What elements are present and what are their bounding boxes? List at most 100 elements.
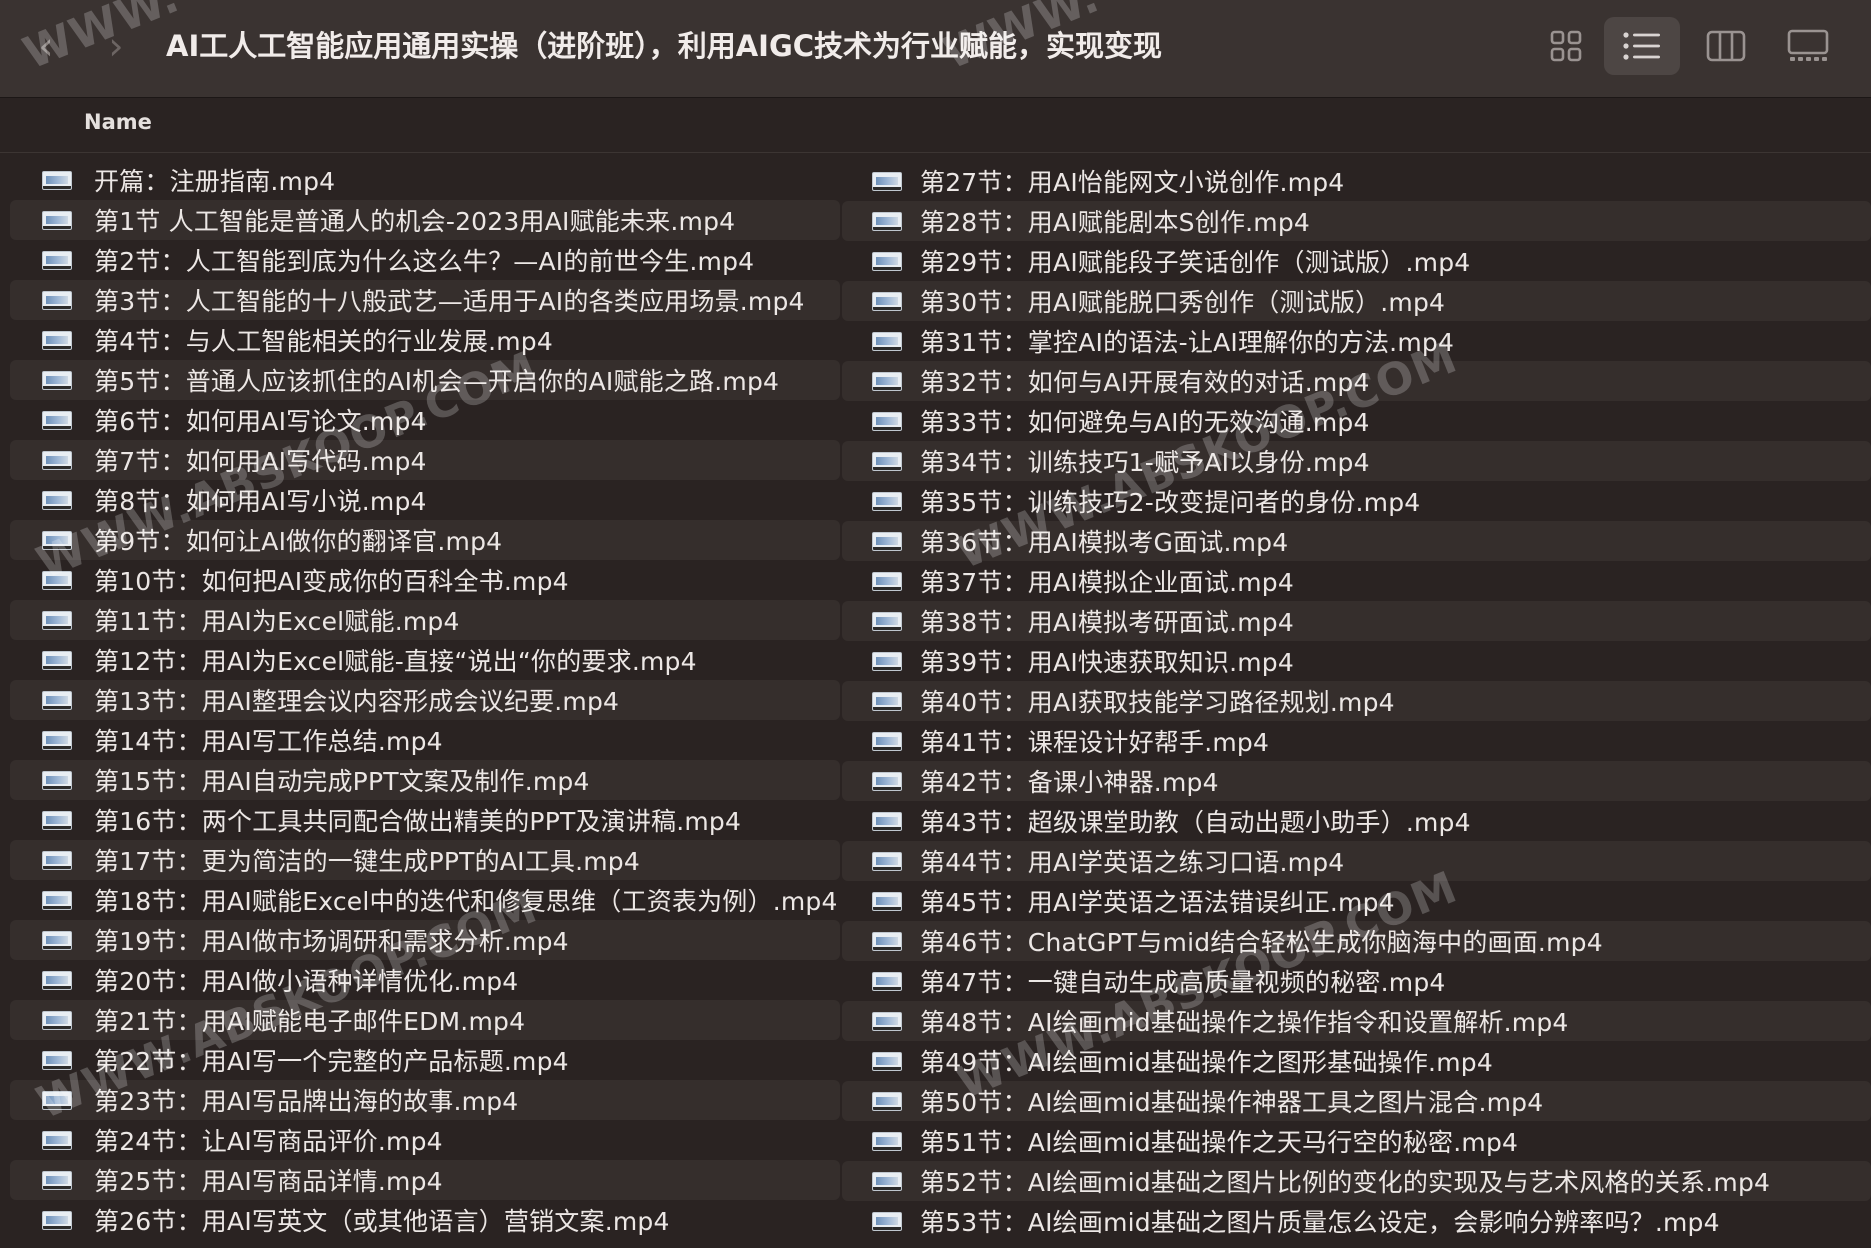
file-row[interactable]: 第21节：用AI赋能电子邮件EDM.mp4 [10,1000,840,1040]
video-file-icon [872,691,902,711]
back-chevron-icon[interactable]: ‹ [26,22,66,70]
list-view-button[interactable] [1604,17,1680,75]
file-row[interactable]: 第4节：与人工智能相关的行业发展.mp4 [10,320,840,360]
file-row[interactable]: 第10节：如何把AI变成你的百科全书.mp4 [10,560,840,600]
file-name: 第12节：用AI为Excel赋能-直接“说出“你的要求.mp4 [94,647,697,676]
video-file-icon [872,1091,902,1111]
file-row[interactable]: 第34节：训练技巧1-赋予AI以身份.mp4 [842,441,1871,481]
file-row[interactable]: 第46节：ChatGPT与mid结合轻松生成你脑海中的画面.mp4 [842,921,1871,961]
video-file-icon [42,970,72,990]
file-row[interactable]: 第26节：用AI写英文（或其他语言）营销文案.mp4 [10,1200,840,1240]
file-name: 第19节：用AI做市场调研和需求分析.mp4 [94,927,569,956]
video-file-icon [42,810,72,830]
file-row[interactable]: 第9节：如何让AI做你的翻译官.mp4 [10,520,840,560]
file-row[interactable]: 第1节 人工智能是普通人的机会-2023用AI赋能未来.mp4 [10,200,840,240]
file-row[interactable]: 第11节：用AI为Excel赋能.mp4 [10,600,840,640]
video-file-icon [42,450,72,470]
video-file-icon [42,1210,72,1230]
file-row[interactable]: 第18节：用AI赋能Excel中的迭代和修复思维（工资表为例）.mp4 [10,880,840,920]
file-name: 第7节：如何用AI写代码.mp4 [94,447,427,476]
file-row[interactable]: 第44节：用AI学英语之练习口语.mp4 [842,841,1871,881]
file-row[interactable]: 第29节：用AI赋能段子笑话创作（测试版）.mp4 [842,241,1871,281]
file-name: 第49节：AI绘画mid基础操作之图形基础操作.mp4 [920,1048,1493,1077]
file-row[interactable]: 第52节：AI绘画mid基础之图片比例的变化的实现及与艺术风格的关系.mp4 [842,1161,1871,1201]
video-file-icon [42,890,72,910]
file-row[interactable]: 第28节：用AI赋能剧本S创作.mp4 [842,201,1871,241]
video-file-icon [872,1051,902,1071]
file-name: 第53节：AI绘画mid基础之图片质量怎么设定，会影响分辨率吗？.mp4 [920,1208,1720,1237]
file-row[interactable]: 第48节：AI绘画mid基础操作之操作指令和设置解析.mp4 [842,1001,1871,1041]
forward-chevron-icon[interactable]: › [96,22,136,70]
video-file-icon [872,651,902,671]
file-row[interactable]: 第14节：用AI写工作总结.mp4 [10,720,840,760]
file-row[interactable]: 第12节：用AI为Excel赋能-直接“说出“你的要求.mp4 [10,640,840,680]
video-file-icon [872,811,902,831]
file-row[interactable]: 第19节：用AI做市场调研和需求分析.mp4 [10,920,840,960]
video-file-icon [872,371,902,391]
file-row[interactable]: 第30节：用AI赋能脱口秀创作（测试版）.mp4 [842,281,1871,321]
file-name: 第31节：掌控AI的语法-让AI理解你的方法.mp4 [920,328,1455,357]
window-title: AI工人工智能应用通用实操（进阶班），利用AIGC技术为行业赋能，实现变现 [166,29,1163,63]
file-row[interactable]: 第13节：用AI整理会议内容形成会议纪要.mp4 [10,680,840,720]
file-row[interactable]: 第47节：一键自动生成高质量视频的秘密.mp4 [842,961,1871,1001]
video-file-icon [42,730,72,750]
file-row[interactable]: 第15节：用AI自动完成PPT文案及制作.mp4 [10,760,840,800]
file-row[interactable]: 第32节：如何与AI开展有效的对话.mp4 [842,361,1871,401]
file-name: 第11节：用AI为Excel赋能.mp4 [94,607,460,636]
file-row[interactable]: 第16节：两个工具共同配合做出精美的PPT及演讲稿.mp4 [10,800,840,840]
file-row[interactable]: 第6节：如何用AI写论文.mp4 [10,400,840,440]
file-name: 第38节：用AI模拟考研面试.mp4 [920,608,1294,637]
file-row[interactable]: 第7节：如何用AI写代码.mp4 [10,440,840,480]
file-row[interactable]: 第37节：用AI模拟企业面试.mp4 [842,561,1871,601]
file-row[interactable]: 第22节：用AI写一个完整的产品标题.mp4 [10,1040,840,1080]
file-row[interactable]: 第23节：用AI写品牌出海的故事.mp4 [10,1080,840,1120]
file-row[interactable]: 第35节：训练技巧2-改变提问者的身份.mp4 [842,481,1871,521]
file-row[interactable]: 第51节：AI绘画mid基础操作之天马行空的秘密.mp4 [842,1121,1871,1161]
file-row[interactable]: 第5节：普通人应该抓住的AI机会—开启你的AI赋能之路.mp4 [10,360,840,400]
file-name: 第18节：用AI赋能Excel中的迭代和修复思维（工资表为例）.mp4 [94,887,838,916]
file-row[interactable]: 第36节：用AI模拟考G面试.mp4 [842,521,1871,561]
file-name: 第6节：如何用AI写论文.mp4 [94,407,427,436]
file-name: 第29节：用AI赋能段子笑话创作（测试版）.mp4 [920,248,1471,277]
file-row[interactable]: 第33节：如何避免与AI的无效沟通.mp4 [842,401,1871,441]
file-row[interactable]: 第53节：AI绘画mid基础之图片质量怎么设定，会影响分辨率吗？.mp4 [842,1201,1871,1241]
video-file-icon [872,771,902,791]
file-name: 第40节：用AI获取技能学习路径规划.mp4 [920,688,1395,717]
video-file-icon [872,491,902,511]
file-row[interactable]: 第40节：用AI获取技能学习路径规划.mp4 [842,681,1871,721]
file-row[interactable]: 第41节：课程设计好帮手.mp4 [842,721,1871,761]
video-file-icon [42,490,72,510]
column-view-button[interactable] [1688,17,1764,75]
file-row[interactable]: 第39节：用AI快速获取知识.mp4 [842,641,1871,681]
icon-view-button[interactable] [1528,17,1604,75]
file-row[interactable]: 第2节：人工智能到底为什么这么牛？—AI的前世今生.mp4 [10,240,840,280]
file-row[interactable]: 第20节：用AI做小语种详情优化.mp4 [10,960,840,1000]
file-row[interactable]: 第8节：如何用AI写小说.mp4 [10,480,840,520]
file-name: 第30节：用AI赋能脱口秀创作（测试版）.mp4 [920,288,1446,317]
file-row[interactable]: 第49节：AI绘画mid基础操作之图形基础操作.mp4 [842,1041,1871,1081]
file-row[interactable]: 第25节：用AI写商品详情.mp4 [10,1160,840,1200]
file-row[interactable]: 第31节：掌控AI的语法-让AI理解你的方法.mp4 [842,321,1871,361]
file-row[interactable]: 第38节：用AI模拟考研面试.mp4 [842,601,1871,641]
file-row[interactable]: 第17节：更为简洁的一键生成PPT的AI工具.mp4 [10,840,840,880]
file-list-left: 开篇：注册指南.mp4 第1节 人工智能是普通人的机会-2023用AI赋能未来.m… [10,160,840,1240]
name-column-header[interactable]: Name [84,110,152,134]
file-row[interactable]: 第24节：让AI写商品评价.mp4 [10,1120,840,1160]
file-name: 第47节：一键自动生成高质量视频的秘密.mp4 [920,968,1446,997]
gallery-view-icon [1787,29,1829,61]
video-file-icon [872,251,902,271]
file-name: 第36节：用AI模拟考G面试.mp4 [920,528,1289,557]
video-file-icon [872,571,902,591]
file-row[interactable]: 第3节：人工智能的十八般武艺—适用于AI的各类应用场景.mp4 [10,280,840,320]
file-name: 第26节：用AI写英文（或其他语言）营销文案.mp4 [94,1207,670,1236]
file-row[interactable]: 第43节：超级课堂助教（自动出题小助手）.mp4 [842,801,1871,841]
file-row[interactable]: 第27节：用AI怡能网文小说创作.mp4 [842,161,1871,201]
video-file-icon [872,931,902,951]
file-row[interactable]: 第50节：AI绘画mid基础操作神器工具之图片混合.mp4 [842,1081,1871,1121]
file-row[interactable]: 第42节：备课小神器.mp4 [842,761,1871,801]
list-header: Name [0,98,1871,153]
file-row[interactable]: 开篇：注册指南.mp4 [10,160,840,200]
gallery-view-button[interactable] [1770,17,1846,75]
file-row[interactable]: 第45节：用AI学英语之语法错误纠正.mp4 [842,881,1871,921]
video-file-icon [872,531,902,551]
